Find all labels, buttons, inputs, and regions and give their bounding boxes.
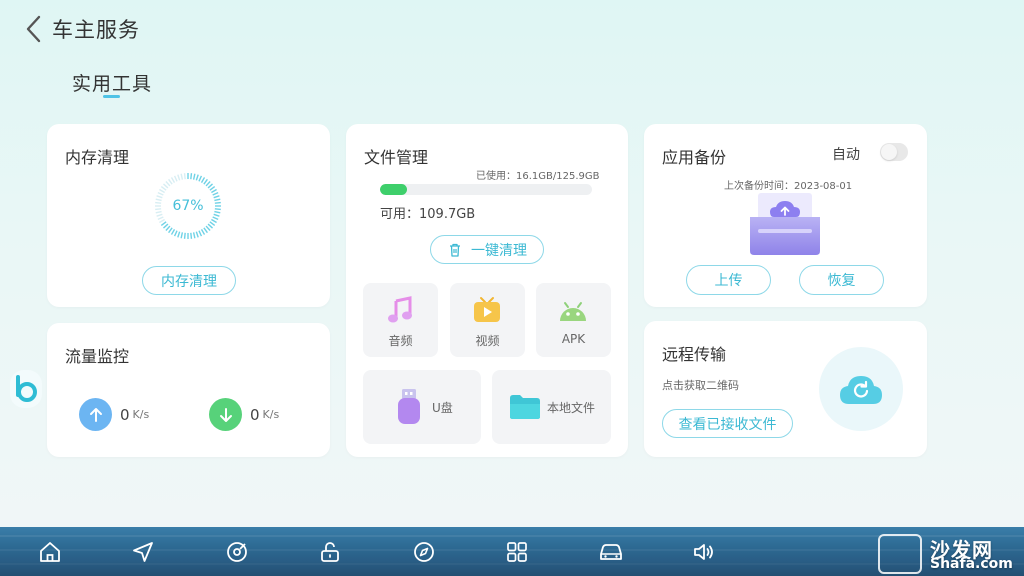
category-apk-label: APK: [561, 332, 586, 346]
chevron-left-icon: [26, 15, 41, 43]
view-received-files-button[interactable]: 查看已接收文件: [662, 409, 793, 438]
storage-progress-bar: [380, 184, 592, 195]
upload-speed: 0 K/s: [79, 398, 149, 431]
folder-icon: [510, 395, 540, 419]
volume-icon: [694, 544, 713, 560]
nav-home-button[interactable]: [35, 537, 65, 567]
watermark-logo-icon: [878, 534, 922, 574]
memory-card-title: 内存清理: [65, 148, 130, 167]
storage-usb-label: U盘: [432, 401, 453, 415]
nav-music-button[interactable]: [222, 537, 252, 567]
home-icon: [40, 542, 60, 562]
cloud-upload-box-icon: [750, 193, 820, 255]
category-apk[interactable]: APK: [536, 283, 611, 357]
android-icon: [560, 302, 586, 321]
trash-icon: [450, 243, 460, 257]
nav-apps-button[interactable]: [502, 537, 532, 567]
download-speed: 0 K/s: [209, 398, 279, 431]
unlock-icon: [321, 542, 339, 562]
backup-restore-button[interactable]: 恢复: [799, 265, 884, 295]
one-key-clean-button[interactable]: 一键清理: [430, 235, 544, 264]
music-note-icon: [388, 296, 412, 323]
download-value: 0: [250, 405, 260, 424]
page-title: 车主服务: [52, 18, 140, 42]
file-manager-card: 文件管理 已使用：16.1GB/125.9GB 可用：109.7GB 一键清理 …: [346, 124, 628, 457]
bottom-navbar: [0, 527, 1024, 576]
back-button[interactable]: [20, 14, 46, 44]
usb-drive-icon: [398, 389, 420, 424]
floating-logo-icon: [16, 375, 37, 402]
qr-refresh-button[interactable]: [819, 347, 903, 431]
remote-transfer-subtitle: 点击获取二维码: [662, 379, 739, 392]
nav-car-button[interactable]: [596, 537, 626, 567]
upload-unit: K/s: [132, 408, 150, 421]
header: 车主服务: [20, 12, 140, 46]
cloud-refresh-icon: [840, 376, 882, 404]
storage-local[interactable]: 本地文件: [492, 370, 611, 444]
watermark-en: Shafa.com: [930, 556, 1013, 572]
app-backup-card: 应用备份 自动 上次备份时间：2023-08-01 上传 恢复: [644, 124, 927, 307]
navigation-arrow-icon: [133, 542, 153, 562]
backup-upload-button[interactable]: 上传: [686, 265, 771, 295]
compass-icon: [414, 542, 434, 562]
download-arrow-icon: [209, 398, 242, 431]
nav-unlock-button[interactable]: [315, 537, 345, 567]
app-backup-title: 应用备份: [662, 148, 727, 167]
download-unit: K/s: [262, 408, 280, 421]
upload-arrow-icon: [79, 398, 112, 431]
tv-video-icon: [474, 297, 500, 322]
auto-backup-toggle[interactable]: [880, 143, 908, 161]
site-watermark: 沙发网 Shafa.com: [878, 532, 1024, 576]
category-video-label: 视频: [475, 334, 500, 348]
auto-backup-label: 自动: [832, 147, 860, 163]
floating-app-shortcut[interactable]: [10, 370, 42, 408]
nav-compass-button[interactable]: [409, 537, 439, 567]
storage-progress-fill: [380, 184, 408, 195]
traffic-card-title: 流量监控: [65, 347, 130, 366]
remote-transfer-title: 远程传输: [662, 345, 727, 364]
nav-volume-button[interactable]: [689, 537, 719, 567]
category-video[interactable]: 视频: [450, 283, 525, 357]
storage-local-label: 本地文件: [547, 401, 596, 415]
memory-percent: 67%: [172, 198, 204, 214]
music-disc-icon: [227, 542, 247, 562]
nav-navigation-button[interactable]: [128, 537, 158, 567]
category-audio-label: 音频: [388, 334, 413, 348]
upload-value: 0: [120, 405, 130, 424]
memory-gauge: 67%: [153, 171, 223, 241]
traffic-card: 流量监控 0 K/s 0 K/s: [47, 323, 330, 457]
storage-usb[interactable]: U盘: [363, 370, 481, 444]
storage-available-text: 可用：109.7GB: [380, 207, 476, 222]
memory-card: 内存清理 67% 内存清理: [47, 124, 330, 307]
one-key-clean-label: 一键清理: [471, 242, 527, 259]
tab-practical-tools[interactable]: 实用工具: [72, 69, 152, 96]
tab-indicator: [103, 95, 120, 98]
category-audio[interactable]: 音频: [363, 283, 438, 357]
auto-backup-toggle-knob: [881, 144, 897, 160]
car-icon: [600, 544, 622, 560]
memory-clean-button[interactable]: 内存清理: [142, 266, 236, 295]
storage-used-text: 已使用：16.1GB/125.9GB: [476, 171, 600, 182]
last-backup-time: 上次备份时间：2023-08-01: [724, 181, 853, 192]
apps-grid-icon: [507, 542, 527, 562]
remote-transfer-card: 远程传输 点击获取二维码 查看已接收文件: [644, 321, 927, 457]
file-manager-title: 文件管理: [364, 148, 429, 167]
